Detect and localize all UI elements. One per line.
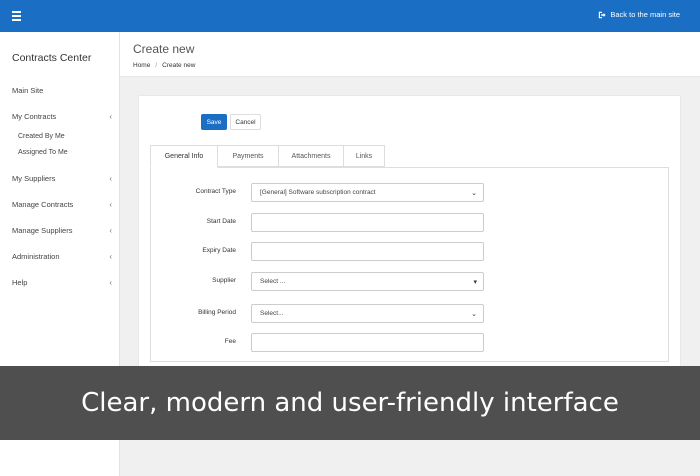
chevron-left-icon: ‹ xyxy=(109,278,112,287)
breadcrumb-home[interactable]: Home xyxy=(133,62,150,69)
hamburger-icon[interactable] xyxy=(12,11,21,21)
contract-type-value: [General] Software subscription contract xyxy=(260,189,376,196)
sidebar-item-label: Main Site xyxy=(12,86,44,95)
sidebar-item-label: Administration xyxy=(12,252,60,261)
chevron-left-icon: ‹ xyxy=(109,200,112,209)
tab-general-info[interactable]: General Info xyxy=(150,145,218,168)
chevron-down-icon: ⌄ xyxy=(471,189,477,197)
brand-title: Contracts Center xyxy=(12,52,92,64)
start-date-label: Start Date xyxy=(206,218,236,225)
supplier-label: Supplier xyxy=(212,277,236,284)
save-button[interactable]: Save xyxy=(201,114,227,130)
sign-out-icon xyxy=(599,11,606,18)
billing-period-label: Billing Period xyxy=(198,309,236,316)
billing-period-value: Select... xyxy=(260,310,284,317)
sidebar-item-label: Help xyxy=(12,278,28,287)
sidebar-item-main-site[interactable]: Main Site xyxy=(12,86,112,95)
sidebar-item-manage-suppliers[interactable]: Manage Suppliers ‹ xyxy=(12,226,112,235)
sidebar-item-label: My Suppliers xyxy=(12,174,56,183)
breadcrumb-current: Create new xyxy=(162,62,196,69)
contract-type-select[interactable]: [General] Software subscription contract… xyxy=(251,183,484,202)
fee-label: Fee xyxy=(224,338,236,345)
sidebar-item-my-suppliers[interactable]: My Suppliers ‹ xyxy=(12,174,112,183)
sidebar-item-created-by-me[interactable]: Created By Me xyxy=(18,133,108,140)
sidebar-item-manage-contracts[interactable]: Manage Contracts ‹ xyxy=(12,200,112,209)
top-bar: Back to the main site xyxy=(0,0,700,32)
chevron-left-icon: ‹ xyxy=(109,226,112,235)
cancel-button[interactable]: Cancel xyxy=(230,114,261,130)
caption-banner: Clear, modern and user-friendly interfac… xyxy=(0,366,700,440)
caption-text: Clear, modern and user-friendly interfac… xyxy=(81,388,619,418)
breadcrumb-separator: / xyxy=(155,62,158,69)
back-to-main-site-link[interactable]: Back to the main site xyxy=(598,10,680,19)
back-link-label: Back to the main site xyxy=(610,10,680,19)
caret-down-icon: ▾ xyxy=(473,278,477,286)
billing-period-select[interactable]: Select... ⌄ xyxy=(251,304,484,323)
sidebar-item-label: My Contracts xyxy=(12,112,57,121)
tab-attachments[interactable]: Attachments xyxy=(278,145,344,167)
chevron-left-icon: ‹ xyxy=(109,174,112,183)
breadcrumb: Home / Create new xyxy=(133,62,195,69)
chevron-left-icon: ‹ xyxy=(109,112,112,121)
supplier-value: Select ... xyxy=(260,278,286,285)
sidebar-item-my-contracts[interactable]: My Contracts ‹ xyxy=(12,112,112,121)
sidebar-item-label: Created By Me xyxy=(18,133,65,140)
expiry-date-field[interactable] xyxy=(251,242,484,261)
chevron-down-icon: ⌄ xyxy=(471,310,477,318)
start-date-field[interactable] xyxy=(251,213,484,232)
contract-type-label: Contract Type xyxy=(195,188,236,195)
expiry-date-label: Expiry Date xyxy=(202,247,236,254)
sidebar-item-administration[interactable]: Administration ‹ xyxy=(12,252,112,261)
sidebar-item-assigned-to-me[interactable]: Assigned To Me xyxy=(18,149,108,156)
page-header: Create new Home / Create new xyxy=(120,32,700,77)
fee-field[interactable] xyxy=(251,333,484,352)
sidebar-item-label: Manage Contracts xyxy=(12,200,74,209)
supplier-select[interactable]: Select ... ▾ xyxy=(251,272,484,291)
tab-payments[interactable]: Payments xyxy=(217,145,279,167)
sidebar-item-label: Assigned To Me xyxy=(18,149,68,156)
chevron-left-icon: ‹ xyxy=(109,252,112,261)
sidebar-item-label: Manage Suppliers xyxy=(12,226,73,235)
tab-links[interactable]: Links xyxy=(343,145,385,167)
sidebar-item-help[interactable]: Help ‹ xyxy=(12,278,112,287)
page-title: Create new xyxy=(133,42,195,56)
